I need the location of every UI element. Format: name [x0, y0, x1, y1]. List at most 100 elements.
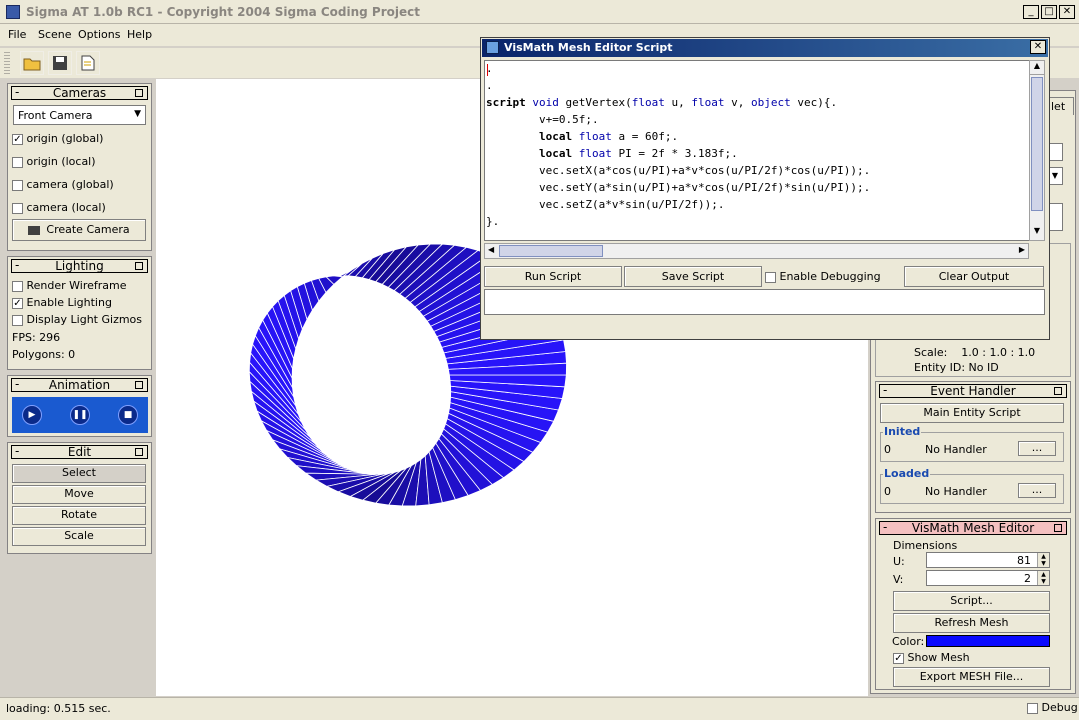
camera-option-camera-local[interactable]: camera (local)	[12, 201, 106, 214]
select-button[interactable]: Select	[12, 464, 146, 483]
run-script-button[interactable]: Run Script	[484, 266, 622, 287]
scroll-right-icon[interactable]: ▶	[1019, 245, 1025, 254]
move-button[interactable]: Move	[12, 485, 146, 504]
render-wireframe-option[interactable]: Render Wireframe	[12, 279, 127, 292]
status-bar: loading: 0.515 sec. Debug	[0, 697, 1079, 720]
color-swatch[interactable]	[926, 635, 1050, 647]
checkbox-checked[interactable]: ✓	[12, 297, 23, 309]
open-folder-button[interactable]	[20, 51, 44, 75]
close-button[interactable]: ✕	[1059, 5, 1075, 19]
camera-icon	[28, 225, 41, 235]
checkbox-checked[interactable]: ✓	[893, 652, 904, 664]
enable-lighting-option[interactable]: ✓ Enable Lighting	[12, 296, 112, 309]
animation-header: - Animation	[11, 378, 148, 392]
u-label: U:	[893, 555, 905, 568]
output-field[interactable]	[484, 289, 1045, 315]
scroll-thumb[interactable]	[1031, 77, 1043, 211]
scroll-down-icon[interactable]: ▼	[1030, 226, 1044, 240]
edit-header: - Edit	[11, 445, 148, 459]
checkbox[interactable]	[12, 202, 23, 214]
toolbar-grip	[4, 52, 10, 74]
checkbox[interactable]	[12, 179, 23, 191]
code-editor[interactable]: .. script void getVertex(float u, float v…	[484, 60, 1032, 241]
color-label: Color:	[892, 635, 925, 648]
export-mesh-button[interactable]: Export MESH File...	[893, 667, 1050, 687]
checkbox[interactable]	[765, 271, 776, 283]
mesh-editor-section: - VisMath Mesh Editor Dimensions U: 81 ▲ ▼…	[875, 518, 1071, 690]
inited-count: 0	[884, 443, 891, 456]
lighting-header: - Lighting	[11, 259, 148, 273]
loaded-browse-button[interactable]: ...	[1018, 483, 1056, 498]
menu-file[interactable]: File	[8, 28, 26, 41]
window-icon	[486, 41, 499, 54]
inited-browse-button[interactable]: ...	[1018, 441, 1056, 456]
spinner-icon[interactable]: ▲ ▼	[1037, 553, 1049, 567]
scroll-left-icon[interactable]: ◀	[488, 245, 494, 254]
tab-object[interactable]: let	[1046, 97, 1074, 115]
code-line: script void getVertex(float u, float v, …	[486, 96, 838, 109]
camera-select-value: Front Camera	[18, 109, 93, 122]
code-line: .	[486, 79, 493, 92]
new-document-button[interactable]	[76, 51, 100, 75]
clear-output-button[interactable]: Clear Output	[904, 266, 1044, 287]
debug-toggle[interactable]: Debug	[1027, 701, 1078, 714]
menu-scene[interactable]: Scene	[38, 28, 72, 41]
loaded-handler: No Handler	[925, 485, 987, 498]
option-label: Enable Debugging	[779, 270, 881, 283]
status-text: loading: 0.515 sec.	[6, 702, 111, 715]
polygons-readout: Polygons: 0	[12, 348, 76, 361]
save-button[interactable]	[48, 51, 72, 75]
rotate-button[interactable]: Rotate	[12, 506, 146, 525]
save-script-button[interactable]: Save Script	[624, 266, 762, 287]
h-scroll-thumb[interactable]	[499, 245, 603, 257]
checkbox[interactable]	[12, 280, 23, 292]
camera-option-origin-local[interactable]: origin (local)	[12, 155, 96, 168]
checkbox[interactable]	[12, 314, 23, 326]
option-label: Display Light Gizmos	[26, 313, 143, 326]
horizontal-scrollbar[interactable]: ◀ ▶	[484, 243, 1029, 259]
option-label: Show Mesh	[907, 651, 970, 664]
camera-option-camera-global[interactable]: camera (global)	[12, 178, 114, 191]
script-window-title: VisMath Mesh Editor Script	[504, 41, 673, 54]
create-camera-label: Create Camera	[46, 223, 130, 236]
checkbox[interactable]	[12, 156, 23, 168]
spinner-icon[interactable]: ▲ ▼	[1037, 571, 1049, 585]
scroll-up-icon[interactable]: ▲	[1030, 61, 1044, 75]
lighting-panel: - Lighting Render Wireframe ✓ Enable Ligh…	[7, 256, 152, 370]
script-window-titlebar: VisMath Mesh Editor Script ✕	[482, 39, 1048, 57]
vertical-scrollbar[interactable]: ▲ ▼	[1029, 60, 1045, 241]
menu-help[interactable]: Help	[127, 28, 152, 41]
script-button[interactable]: Script...	[893, 591, 1050, 611]
main-entity-script-button[interactable]: Main Entity Script	[880, 403, 1064, 423]
refresh-mesh-button[interactable]: Refresh Mesh	[893, 613, 1050, 633]
display-gizmos-option[interactable]: Display Light Gizmos	[12, 313, 142, 326]
code-line: local float PI = 2f * 3.183f;.	[538, 147, 738, 160]
code-line: vec.setY(a*sin(u/PI)+a*v*cos(u/PI/2f)*si…	[538, 181, 871, 194]
v-stepper[interactable]: 2 ▲ ▼	[926, 570, 1050, 586]
play-button[interactable]: ▶	[22, 405, 42, 425]
show-mesh-option[interactable]: ✓ Show Mesh	[893, 651, 970, 664]
folder-icon	[23, 58, 41, 71]
enable-debugging-option[interactable]: Enable Debugging	[765, 270, 881, 283]
pause-button[interactable]: ❚❚	[70, 405, 90, 425]
minimize-button[interactable]: _	[1023, 5, 1039, 19]
checkbox[interactable]	[1027, 702, 1038, 714]
entity-id-readout: Entity ID: No ID	[914, 361, 999, 374]
u-stepper[interactable]: 81 ▲ ▼	[926, 552, 1050, 568]
app-icon	[6, 5, 20, 19]
camera-select[interactable]: Front Camera ▼	[13, 105, 146, 125]
menu-options[interactable]: Options	[78, 28, 120, 41]
scale-button[interactable]: Scale	[12, 527, 146, 546]
option-label: origin (local)	[26, 155, 96, 168]
maximize-button[interactable]: □	[1041, 5, 1057, 19]
loaded-count: 0	[884, 485, 891, 498]
u-value: 81	[1017, 554, 1031, 567]
stop-button[interactable]: ■	[118, 405, 138, 425]
checkbox-checked[interactable]: ✓	[12, 133, 23, 145]
option-label: camera (local)	[26, 201, 106, 214]
edit-panel: - Edit Select Move Rotate Scale	[7, 442, 152, 554]
create-camera-button[interactable]: Create Camera	[12, 219, 146, 241]
camera-option-origin-global[interactable]: ✓ origin (global)	[12, 132, 103, 145]
close-icon[interactable]: ✕	[1030, 40, 1046, 54]
code-line: }.	[486, 215, 500, 228]
